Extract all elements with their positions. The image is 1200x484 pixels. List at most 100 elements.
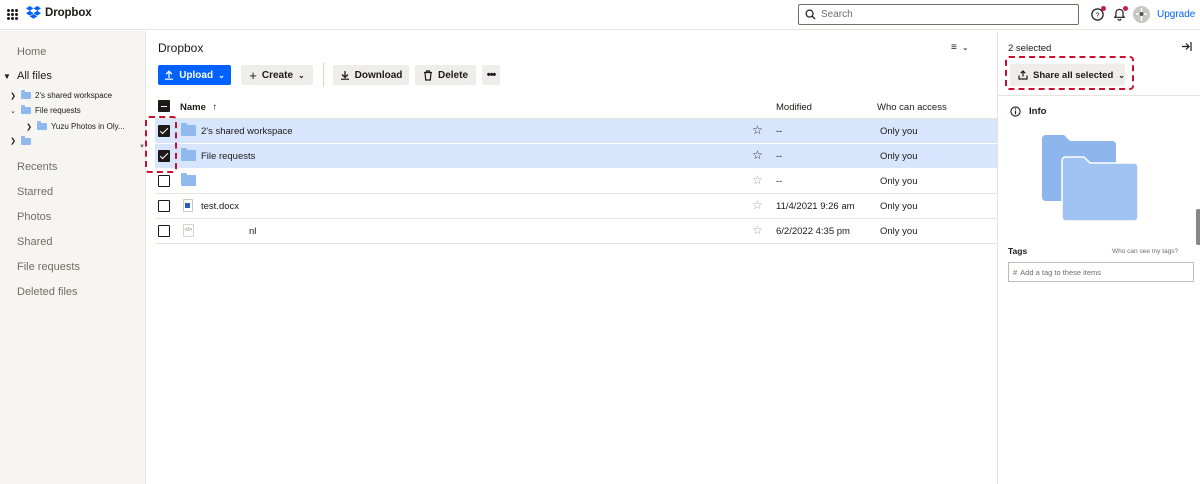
- tree-item-yuzu-photos[interactable]: ❯ Yuzu Photos in Oly...: [25, 121, 125, 131]
- tags-help-link[interactable]: Who can see my tags?: [1112, 248, 1178, 255]
- folder-icon: [181, 148, 196, 161]
- dropbox-logo[interactable]: Dropbox: [26, 6, 92, 19]
- panel-divider: [998, 95, 1200, 96]
- hashtag-icon: #: [1013, 267, 1018, 277]
- chevron-right-icon[interactable]: ❯: [25, 123, 33, 131]
- upload-label: Upload: [179, 69, 214, 81]
- file-name[interactable]: 2's shared workspace: [201, 126, 293, 137]
- table-row[interactable]: </> nl ☆ 6/2/2022 4:35 pm Only you: [155, 219, 997, 244]
- folder-icon: [21, 105, 31, 114]
- sidebar-item-starred[interactable]: Starred: [17, 186, 53, 198]
- info-icon: [1010, 106, 1021, 117]
- feedback-tab[interactable]: [1196, 209, 1200, 245]
- table-row[interactable]: ☆ -- Only you: [155, 169, 997, 194]
- checkbox-highlight-box: [145, 116, 177, 173]
- download-button[interactable]: Download: [333, 65, 409, 85]
- access-value: Only you: [880, 226, 918, 237]
- tree-item-label: Yuzu Photos in Oly...: [51, 122, 125, 131]
- file-name[interactable]: test.docx: [201, 201, 239, 212]
- view-options-button[interactable]: ≡ ⌄: [951, 42, 969, 53]
- toolbar-divider: [323, 63, 324, 87]
- modified-date: 6/2/2022 4:35 pm: [776, 226, 850, 237]
- sidebar-item-shared[interactable]: Shared: [17, 236, 52, 248]
- modified-date: --: [776, 151, 783, 162]
- chevron-down-icon[interactable]: ▼: [3, 72, 11, 81]
- column-header-access[interactable]: Who can access: [877, 102, 947, 113]
- logo-text: Dropbox: [45, 6, 92, 19]
- sidebar-item-photos[interactable]: Photos: [17, 211, 51, 223]
- modified-date: --: [776, 126, 783, 137]
- chevron-right-icon[interactable]: ❯: [9, 137, 17, 145]
- delete-button[interactable]: Delete: [415, 65, 476, 85]
- tree-item-label: 2's shared workspace: [35, 91, 113, 100]
- tags-label: Tags: [1008, 246, 1028, 256]
- table-row[interactable]: File requests ☆ -- Only you: [155, 144, 997, 169]
- tag-input[interactable]: # Add a tag to these items: [1008, 262, 1194, 282]
- collapse-panel-icon[interactable]: [1181, 41, 1192, 52]
- star-icon[interactable]: ☆: [752, 173, 763, 187]
- sidebar-item-deleted-files[interactable]: Deleted files: [17, 286, 78, 298]
- search-input[interactable]: Search: [798, 4, 1079, 25]
- table-row[interactable]: 2's shared workspace ☆ -- Only you: [155, 119, 997, 144]
- modified-date: 11/4/2021 9:26 am: [776, 201, 855, 212]
- star-icon[interactable]: ☆: [752, 123, 763, 137]
- modified-date: --: [776, 176, 783, 187]
- tree-item-shared-workspace[interactable]: ❯ 2's shared workspace: [9, 90, 113, 100]
- folder-icon: [21, 135, 31, 145]
- details-panel: 2 selected Share all selected ⌄ Info Tag…: [997, 31, 1200, 484]
- chevron-right-icon[interactable]: ❯: [9, 92, 17, 100]
- upload-button[interactable]: Upload ⌄: [158, 65, 231, 85]
- select-all-checkbox[interactable]: [158, 100, 170, 112]
- tree-item-unnamed[interactable]: ❯: [9, 135, 35, 145]
- search-placeholder: Search: [821, 9, 853, 20]
- column-header-name[interactable]: Name ↑: [180, 102, 217, 113]
- folder-icon: [181, 173, 196, 186]
- row-checkbox[interactable]: [158, 225, 170, 237]
- app-grid-icon[interactable]: [7, 9, 18, 20]
- table-row[interactable]: test.docx ☆ 11/4/2021 9:26 am Only you: [155, 194, 997, 219]
- row-checkbox[interactable]: [158, 200, 170, 212]
- chevron-down-icon: ⌄: [961, 43, 969, 52]
- avatar[interactable]: [1133, 6, 1150, 23]
- folder-icon: [181, 123, 196, 136]
- avatar-icon: [1136, 8, 1147, 21]
- column-header-modified[interactable]: Modified: [776, 102, 812, 113]
- trash-icon: [423, 69, 432, 81]
- more-actions-button[interactable]: •••: [482, 65, 500, 85]
- more-icon: •••: [486, 69, 497, 81]
- create-button[interactable]: + Create ⌄: [241, 65, 313, 85]
- file-name[interactable]: File requests: [201, 151, 255, 162]
- star-icon[interactable]: ☆: [752, 148, 763, 162]
- top-bar: Dropbox Search ? Upgrade: [0, 0, 1200, 30]
- info-label: Info: [1029, 106, 1047, 117]
- folder-icon: [37, 121, 47, 130]
- chevron-down-icon[interactable]: ⌄: [9, 107, 17, 115]
- star-icon[interactable]: ☆: [752, 223, 763, 237]
- sidebar-item-recents[interactable]: Recents: [17, 161, 57, 173]
- plus-icon: +: [249, 67, 257, 83]
- row-checkbox[interactable]: [158, 175, 170, 187]
- selected-count: 2 selected: [1008, 43, 1052, 54]
- download-icon: [340, 71, 349, 80]
- access-value: Only you: [880, 151, 918, 162]
- sidebar-item-file-requests[interactable]: File requests: [17, 261, 80, 273]
- access-value: Only you: [880, 201, 918, 212]
- upload-icon: [165, 70, 174, 80]
- sidebar: Home ▼ All files ❯ 2's shared workspace …: [0, 31, 146, 484]
- page-title: Dropbox: [158, 41, 204, 55]
- column-header-name-label: Name: [180, 102, 206, 113]
- tree-item-file-requests[interactable]: ⌄ File requests: [9, 105, 81, 115]
- info-section-header: Info: [1010, 106, 1046, 117]
- word-document-icon: [183, 199, 193, 212]
- star-icon[interactable]: ☆: [752, 198, 763, 212]
- svg-text:?: ?: [1095, 10, 1099, 19]
- chevron-down-icon: ⌄: [218, 70, 225, 80]
- multiple-folders-icon: [1042, 135, 1139, 222]
- sidebar-item-all-files[interactable]: All files: [17, 70, 52, 82]
- sidebar-item-home[interactable]: Home: [17, 46, 46, 58]
- download-label: Download: [354, 69, 403, 81]
- tag-input-placeholder: Add a tag to these items: [1020, 267, 1102, 277]
- file-name[interactable]: nl: [249, 226, 256, 237]
- upgrade-link[interactable]: Upgrade: [1157, 9, 1195, 20]
- create-label: Create: [261, 69, 294, 81]
